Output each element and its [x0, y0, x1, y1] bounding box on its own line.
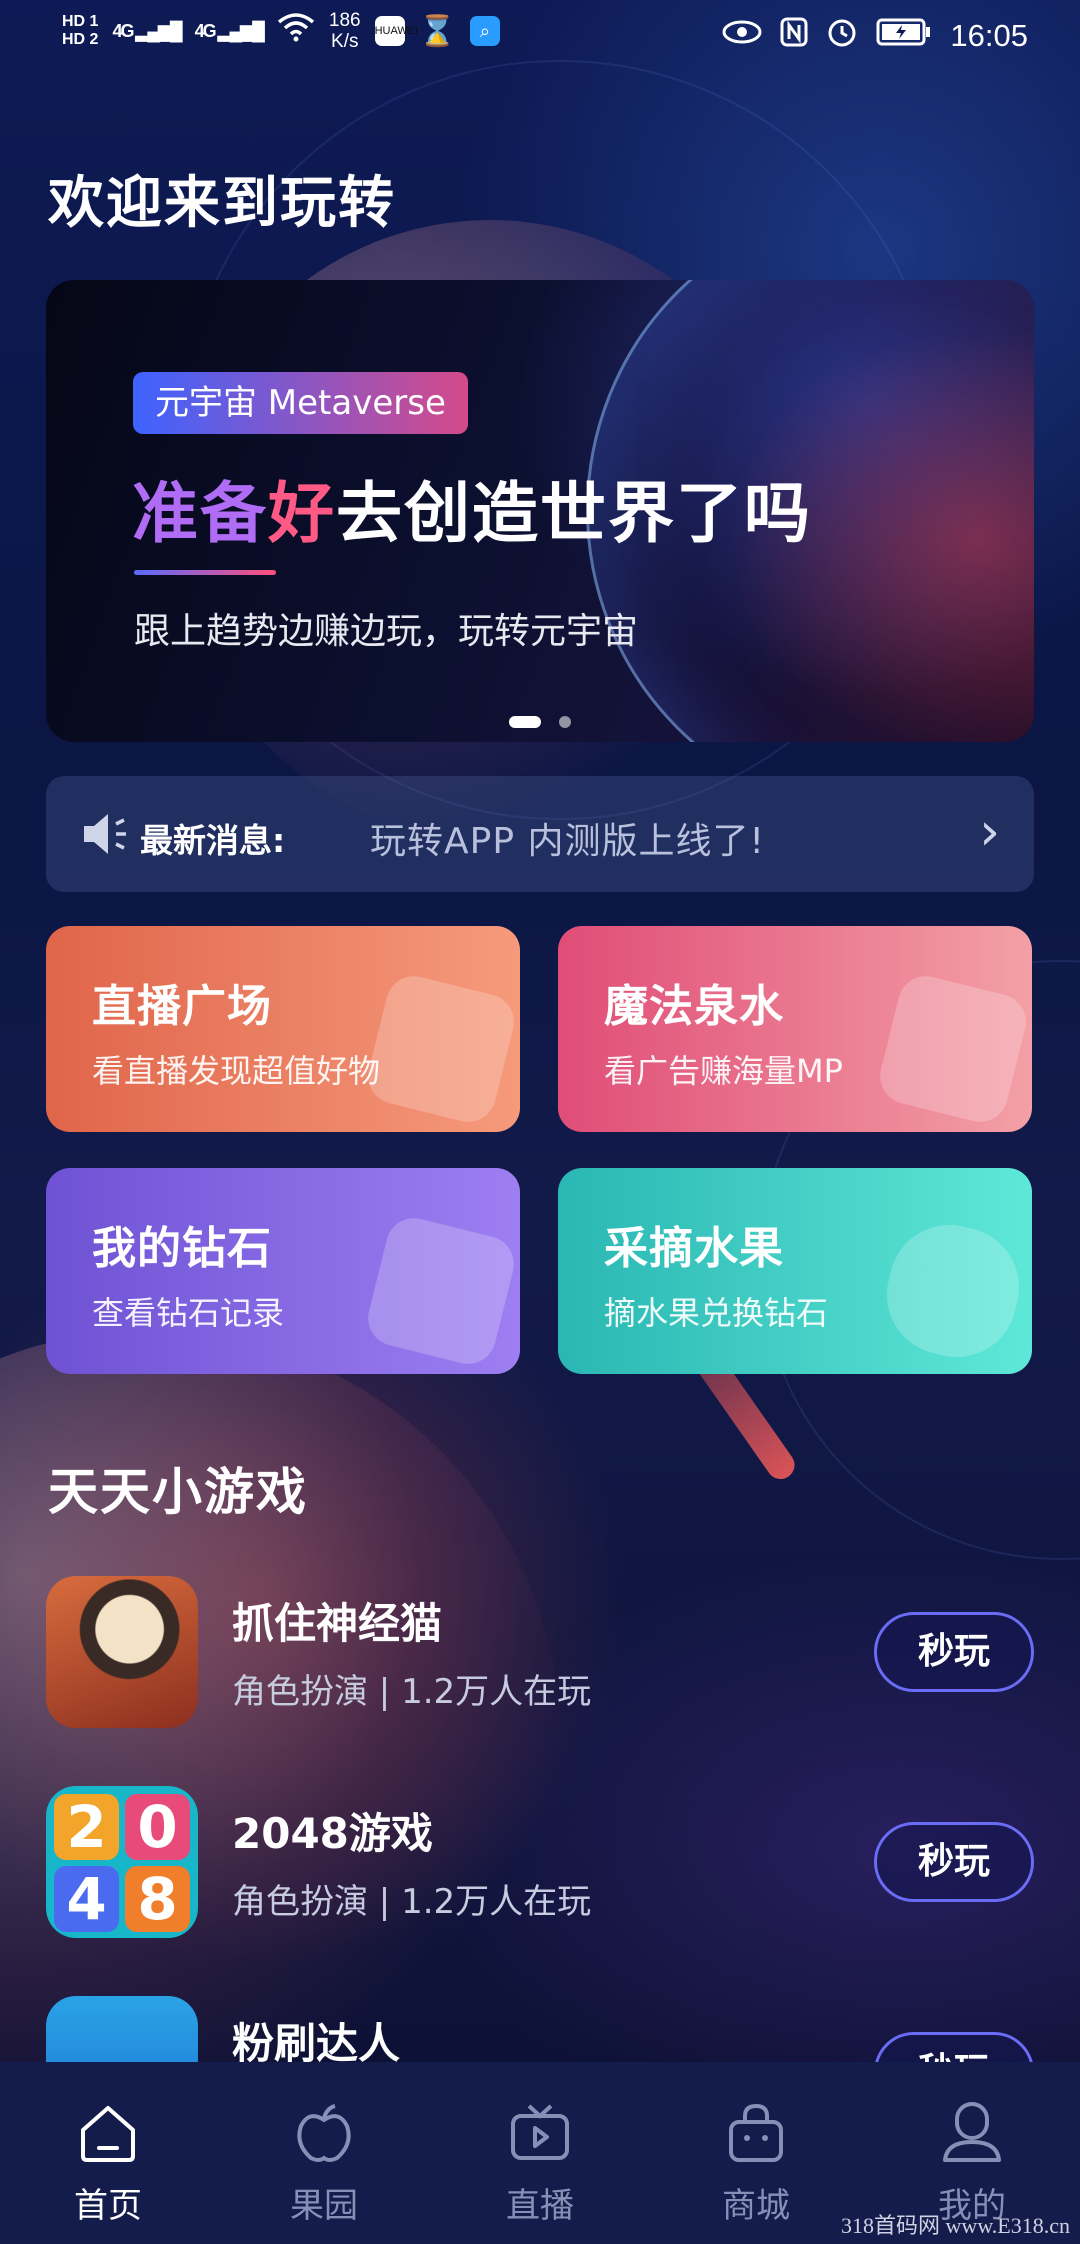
- banner-divider: [134, 570, 276, 575]
- game-meta: 角色扮演 | 1.2万人在玩: [232, 1882, 592, 1922]
- apple-icon: [874, 1212, 1032, 1370]
- shopping-bag-icon: [721, 2098, 791, 2168]
- eye-icon: [722, 19, 762, 53]
- clock: 16:05: [950, 18, 1028, 53]
- nfc-icon: [780, 17, 808, 55]
- news-text[interactable]: 玩转APP 内测版上线了!: [370, 812, 765, 864]
- signal-icon-2: 4G ▂▄▆█: [194, 20, 265, 41]
- carousel-dot[interactable]: [559, 716, 571, 728]
- game-name: 2048游戏: [232, 1809, 433, 1858]
- banner-title: 准备好去创造世界了吗: [132, 475, 812, 552]
- play-button[interactable]: 秒玩: [874, 1612, 1034, 1692]
- card-subtitle: 看直播发现超值好物: [92, 1052, 381, 1090]
- network-speed: 186 K/s: [328, 10, 361, 52]
- carousel-indicator: [46, 716, 1034, 728]
- apple-icon: [289, 2098, 359, 2168]
- news-ticker[interactable]: 最新消息: 玩转APP 内测版上线了! ›: [46, 776, 1034, 892]
- signal-icon: 4G ▂▄▆█: [112, 20, 182, 41]
- card-title: 采摘水果: [604, 1223, 784, 1274]
- nav-item-home[interactable]: 首页: [18, 2062, 198, 2244]
- nav-label: 商城: [722, 2186, 790, 2226]
- tv-icon: [505, 2098, 575, 2168]
- status-bar: HD 1 HD 2 4G ▂▄▆█ 4G ▂▄▆█ 186 K/s HUAWEI…: [0, 0, 1080, 72]
- card-magic-spring[interactable]: 魔法泉水 看广告赚海量MP: [558, 926, 1032, 1132]
- diamond-icon: [362, 1212, 520, 1370]
- card-title: 魔法泉水: [604, 981, 784, 1032]
- wifi-icon: [277, 12, 315, 50]
- battery-charging-icon: [876, 17, 932, 55]
- search-app-icon: ⌕: [469, 16, 500, 46]
- game-thumbnail-cat[interactable]: [46, 1576, 198, 1728]
- card-title: 直播广场: [92, 981, 272, 1032]
- game-meta: 角色扮演 | 1.2万人在玩: [232, 1672, 592, 1712]
- card-subtitle: 摘水果兑换钻石: [604, 1294, 829, 1332]
- nav-item-orchard[interactable]: 果园: [234, 2062, 414, 2244]
- tile: 4: [54, 1866, 119, 1932]
- home-icon: [73, 2098, 143, 2168]
- nav-label: 首页: [74, 2186, 142, 2226]
- list-item-game[interactable]: 抓住神经猫 角色扮演 | 1.2万人在玩 秒玩: [46, 1576, 1034, 1728]
- carousel-dot-active[interactable]: [509, 716, 541, 728]
- tile: 8: [125, 1866, 190, 1932]
- news-label: 最新消息:: [140, 821, 286, 860]
- tile: 2: [54, 1794, 119, 1860]
- play-icon: [362, 970, 520, 1128]
- hourglass-icon: ⌛: [418, 14, 456, 48]
- play-button[interactable]: 秒玩: [874, 1822, 1034, 1902]
- card-pick-fruit[interactable]: 采摘水果 摘水果兑换钻石: [558, 1168, 1032, 1374]
- nav-item-live[interactable]: 直播: [450, 2062, 630, 2244]
- card-title: 我的钻石: [92, 1223, 272, 1274]
- chevron-right-icon[interactable]: ›: [979, 804, 1000, 860]
- hd-icon: HD 1 HD 2: [62, 13, 99, 48]
- banner-subtitle: 跟上趋势边赚边玩，玩转元宇宙: [134, 611, 639, 652]
- ad-icon: [874, 970, 1032, 1128]
- metaverse-banner[interactable]: 元宇宙 Metaverse 准备好去创造世界了吗 跟上趋势边赚边玩，玩转元宇宙: [46, 280, 1034, 742]
- banner-tag: 元宇宙 Metaverse: [133, 372, 468, 434]
- section-title-games: 天天小游戏: [48, 1463, 308, 1521]
- speaker-icon: [80, 810, 130, 858]
- tile: 0: [125, 1794, 190, 1860]
- card-subtitle: 看广告赚海量MP: [604, 1052, 843, 1090]
- page-title: 欢迎来到玩转: [48, 171, 396, 236]
- nav-label: 果园: [290, 2186, 358, 2226]
- huawei-app-icon: HUAWEI: [374, 16, 418, 46]
- alarm-icon: [826, 16, 858, 56]
- list-item-game[interactable]: 2 0 4 8 2048游戏 角色扮演 | 1.2万人在玩 秒玩: [46, 1786, 1034, 1938]
- nav-label: 直播: [506, 2186, 574, 2226]
- game-name: 抓住神经猫: [232, 1599, 443, 1648]
- watermark: 318首码网 www.E318.cn: [841, 2213, 1070, 2238]
- card-my-diamonds[interactable]: 我的钻石 查看钻石记录: [46, 1168, 520, 1374]
- game-thumbnail-2048[interactable]: 2 0 4 8: [46, 1786, 198, 1938]
- card-live-square[interactable]: 直播广场 看直播发现超值好物: [46, 926, 520, 1132]
- nav-item-mall[interactable]: 商城: [666, 2062, 846, 2244]
- user-icon: [937, 2098, 1007, 2168]
- card-subtitle: 查看钻石记录: [92, 1294, 285, 1332]
